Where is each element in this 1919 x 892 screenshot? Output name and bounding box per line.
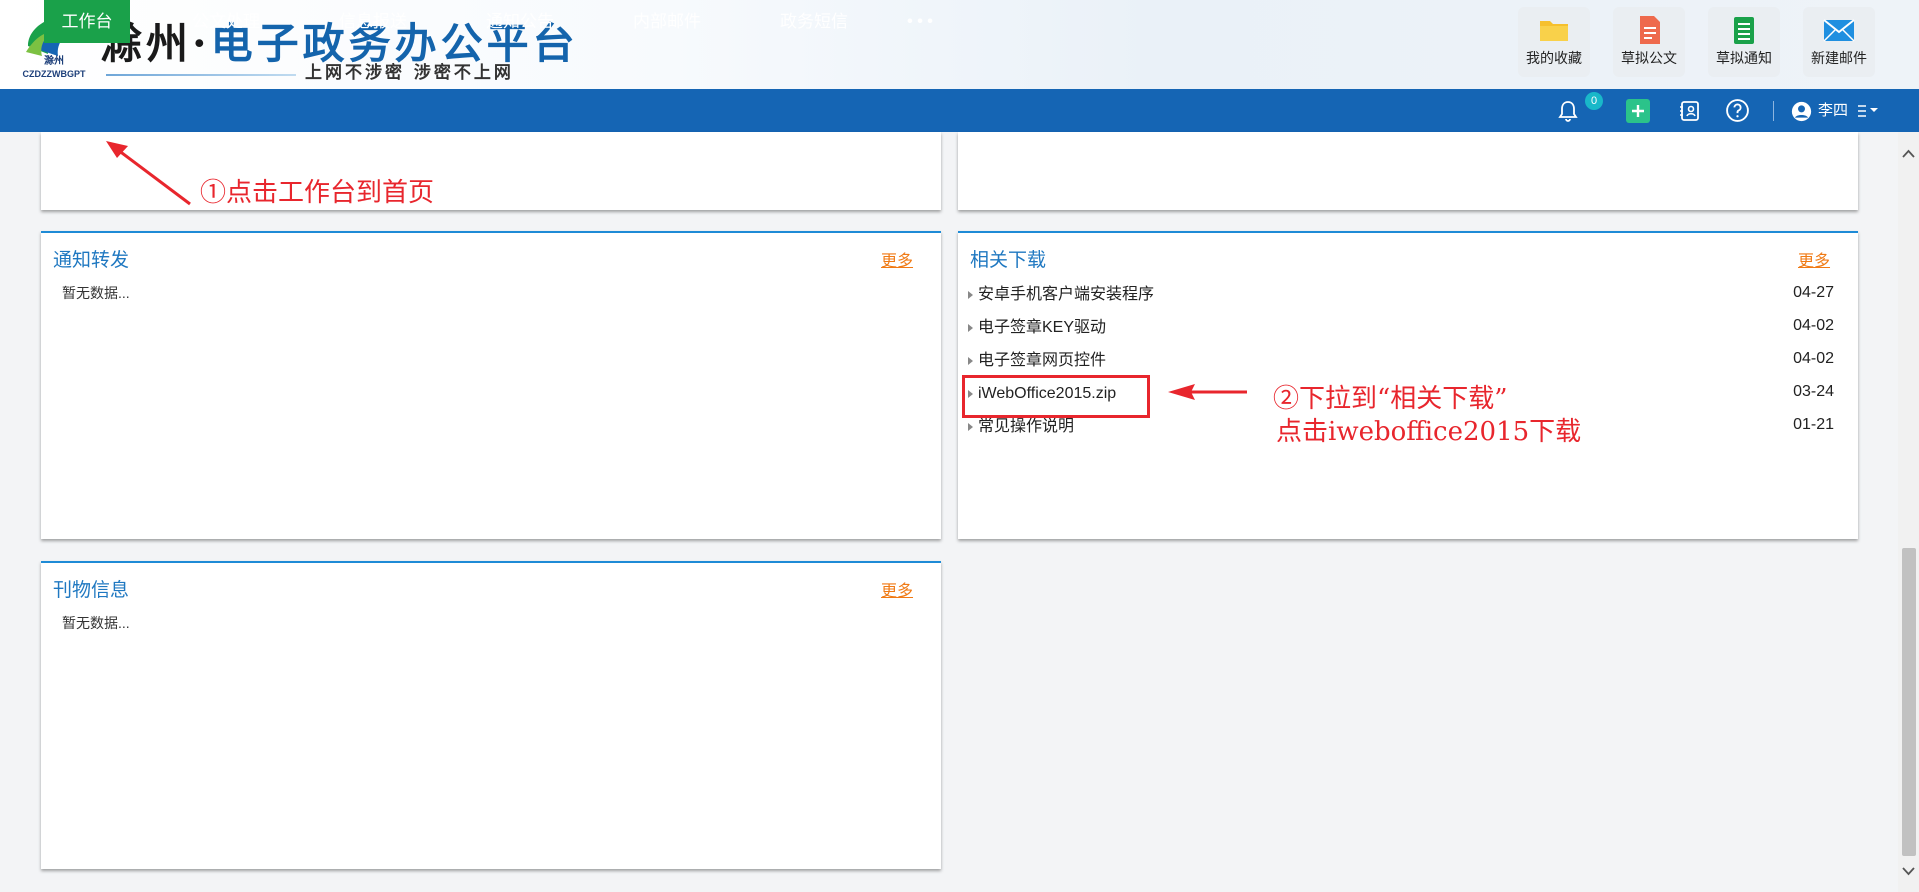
arrow-icon-step2 <box>1168 384 1247 400</box>
download-name[interactable]: 电子签章KEY驱动 <box>978 316 1106 340</box>
bell-icon[interactable] <box>1556 99 1580 123</box>
slogan-divider <box>106 74 296 76</box>
bullet-icon <box>968 357 973 365</box>
plus-icon <box>1632 105 1644 117</box>
highlight-box <box>962 375 1150 418</box>
nav-item-documents[interactable]: 公文处理 <box>170 0 282 43</box>
download-item[interactable]: 电子签章KEY驱动 04-02 <box>968 316 1834 349</box>
help-icon[interactable] <box>1725 98 1750 123</box>
notice-forward-more-link[interactable]: 更多 <box>881 247 913 271</box>
draft-document-button[interactable]: 草拟公文 <box>1613 7 1685 77</box>
download-name[interactable]: 安卓手机客户端安装程序 <box>978 283 1154 307</box>
logo-abbrev: CZDZZWBGPT <box>22 69 86 79</box>
download-name[interactable]: 电子签章网页控件 <box>978 349 1106 373</box>
bullet-icon <box>968 291 973 299</box>
user-name[interactable]: 李四 <box>1818 89 1848 132</box>
publications-title: 刊物信息 <box>53 580 130 601</box>
draft-document-label: 草拟公文 <box>1621 50 1677 66</box>
app-header: 滁州 CZDZZWBGPT 滁州·电子政务办公平台 上网不涉密 涉密不上网 我的… <box>0 0 1919 89</box>
notice-forward-title: 通知转发 <box>53 250 130 271</box>
downloads-more-link[interactable]: 更多 <box>1798 247 1830 271</box>
annotation-step2-line2: 点击iweboffice2015下载 <box>1276 417 1582 447</box>
logo-text: 滁州 CZDZZWBGPT <box>14 56 94 80</box>
notification-badge: 0 <box>1585 92 1603 110</box>
download-date: 04-02 <box>1793 350 1834 367</box>
publications-empty: 暂无数据... <box>62 615 130 631</box>
notice-icon <box>1734 17 1754 44</box>
download-date: 04-02 <box>1793 317 1834 334</box>
folder-icon <box>1540 21 1568 41</box>
download-name[interactable]: 常见操作说明 <box>978 415 1074 439</box>
favorites-label: 我的收藏 <box>1526 50 1582 66</box>
download-item[interactable]: 安卓手机客户端安装程序 04-27 <box>968 283 1834 316</box>
add-button[interactable] <box>1626 99 1650 123</box>
downloads-title: 相关下载 <box>970 250 1047 271</box>
annotation-step1: ①点击工作台到首页 <box>200 178 435 208</box>
bullet-icon <box>968 324 973 332</box>
favorites-button[interactable]: 我的收藏 <box>1518 7 1590 77</box>
bullet-icon <box>968 423 973 431</box>
logo-city: 滁州 <box>44 56 64 67</box>
download-date: 04-27 <box>1793 284 1834 301</box>
top-right-panel <box>958 132 1858 210</box>
nav-more-button[interactable]: • • • <box>895 0 945 43</box>
scroll-up-icon[interactable] <box>1900 146 1917 163</box>
document-icon <box>1640 16 1660 44</box>
draft-notice-button[interactable]: 草拟通知 <box>1708 7 1780 77</box>
platform-slogan: 上网不涉密 涉密不上网 <box>305 63 514 83</box>
publications-panel: 刊物信息 更多 暂无数据... <box>41 561 941 869</box>
draft-notice-label: 草拟通知 <box>1716 50 1772 66</box>
nav-divider <box>1773 101 1774 121</box>
nav-item-workbench[interactable]: 工作台 <box>44 0 130 43</box>
new-mail-button[interactable]: 新建邮件 <box>1803 7 1875 77</box>
arrow-icon-step1 <box>106 141 191 206</box>
publications-more-link[interactable]: 更多 <box>881 577 913 601</box>
notice-forward-panel: 通知转发 更多 暂无数据... <box>41 231 941 539</box>
nav-item-notices[interactable]: 通知公告 <box>464 0 576 43</box>
download-date: 03-24 <box>1793 383 1834 400</box>
scroll-down-icon[interactable] <box>1900 862 1917 879</box>
nav-item-sms[interactable]: 政务短信 <box>758 0 870 43</box>
nav-item-internal-mail[interactable]: 内部邮件 <box>611 0 723 43</box>
new-mail-label: 新建邮件 <box>1811 50 1867 66</box>
annotation-step2-line1: ②下拉到“相关下载” <box>1273 384 1508 414</box>
user-avatar-icon[interactable] <box>1791 101 1812 122</box>
mail-icon <box>1823 19 1855 42</box>
nav-item-info-report[interactable]: 信息报送 <box>317 0 429 43</box>
download-date: 01-21 <box>1793 416 1834 433</box>
contacts-icon[interactable] <box>1678 99 1702 123</box>
menu-dropdown-icon[interactable] <box>1857 103 1879 119</box>
notice-forward-empty: 暂无数据... <box>62 285 130 301</box>
scrollbar-thumb[interactable] <box>1902 548 1916 856</box>
